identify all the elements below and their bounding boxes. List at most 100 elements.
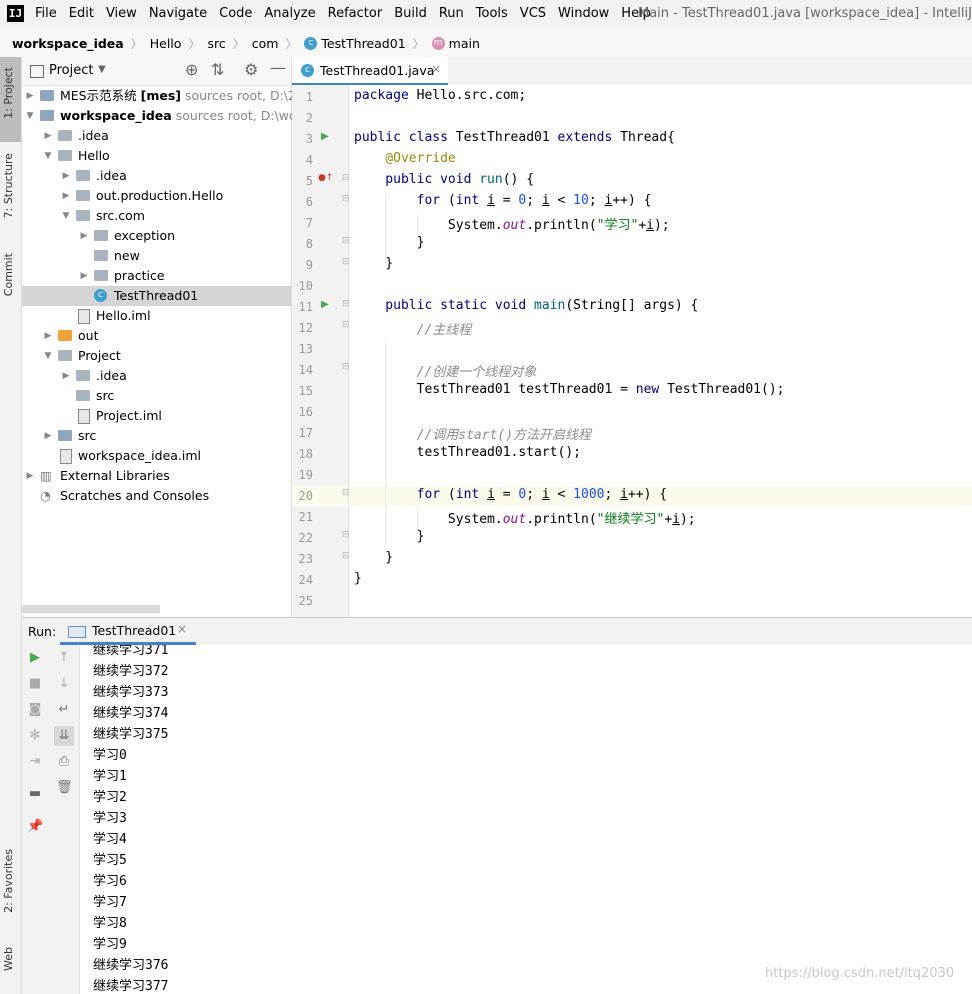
menu-build[interactable]: Build <box>394 6 427 21</box>
menu-view[interactable]: View <box>106 6 137 21</box>
expand-right-icon[interactable]: ▶ <box>61 366 71 386</box>
run-toolbar-left: ▶ ■ ◙ ✻ ⇥ ▬ 📌 <box>22 645 49 994</box>
locate-icon[interactable]: ⊕ <box>185 60 198 79</box>
tree-item-name: practice <box>114 268 165 283</box>
tree-item[interactable]: new <box>22 246 291 266</box>
tree-item[interactable]: ▶ MES示范系统 [mes] sources root, D:\20 <box>22 86 304 106</box>
rerun-icon[interactable]: ▶ <box>27 650 43 666</box>
tree-item-label: .idea <box>96 366 127 386</box>
tree-item-label: MES示范系统 [mes] sources root, D:\20 <box>60 86 304 106</box>
hide-panel-icon[interactable]: — <box>270 58 286 77</box>
menu-code[interactable]: Code <box>219 6 252 21</box>
breadcrumb-item[interactable]: Hello <box>150 36 182 51</box>
camera-icon[interactable]: ◙ <box>27 702 43 718</box>
expand-down-icon[interactable]: ▼ <box>43 346 53 366</box>
expand-right-icon[interactable]: ▶ <box>61 166 71 186</box>
tree-item[interactable]: ▶ .idea <box>22 126 291 146</box>
expand-right-icon[interactable]: ▶ <box>43 326 53 346</box>
stop-icon[interactable]: ■ <box>27 676 43 692</box>
editor-tab-testthread01[interactable]: c TestThread01.java × <box>292 57 448 86</box>
tree-item-label: Hello.iml <box>96 306 151 326</box>
expand-right-icon[interactable]: ▶ <box>25 466 35 486</box>
tree-item[interactable]: Hello.iml <box>22 306 291 326</box>
menu-run[interactable]: Run <box>439 6 464 21</box>
code-editor[interactable]: package Hello.src.com; public class TestT… <box>349 85 972 617</box>
tool-tab-favorites[interactable]: 2: Favorites <box>2 849 19 913</box>
settings-icon[interactable]: ✻ <box>27 728 43 744</box>
breadcrumb-item[interactable]: main <box>449 36 480 51</box>
code-token: 10 <box>573 193 589 208</box>
horizontal-scrollbar[interactable] <box>22 605 160 613</box>
menu-analyze[interactable]: Analyze <box>264 6 315 21</box>
expand-right-icon[interactable]: ▶ <box>79 266 89 286</box>
tool-tab-structure[interactable]: 7: Structure <box>2 153 19 218</box>
close-tab-icon[interactable]: × <box>431 62 441 76</box>
breadcrumb-item[interactable]: com <box>252 36 279 51</box>
code-token: TestThread01 <box>455 130 558 145</box>
expand-right-icon[interactable]: ▶ <box>25 86 35 106</box>
tree-item-label: Hello <box>78 146 110 166</box>
tree-item[interactable]: Project.iml <box>22 406 291 426</box>
tool-tab-commit[interactable]: Commit <box>2 253 19 296</box>
print-icon[interactable]: ⎙ <box>56 754 72 770</box>
tree-item[interactable]: ▼ workspace_idea sources root, D:\work <box>22 106 309 126</box>
menu-tools[interactable]: Tools <box>476 6 508 21</box>
pin-icon[interactable]: 📌 <box>27 819 43 835</box>
override-gutter-icon[interactable]: ●↑ <box>318 173 333 183</box>
tree-item[interactable]: ▶ exception <box>22 226 291 246</box>
tree-item[interactable]: ▶ out <box>22 326 291 346</box>
run-console[interactable]: 继续学习371 继续学习372 继续学习373 继续学习374 继续学习375 学习0 学习… <box>80 645 972 994</box>
tree-item[interactable]: ▶ ▥ External Libraries <box>22 466 291 486</box>
tool-tab-project[interactable]: 1: Project <box>2 67 19 119</box>
code-token: ); <box>653 218 670 233</box>
arrow-down-icon[interactable]: ↓ <box>56 676 72 692</box>
breadcrumb-item[interactable]: TestThread01 <box>321 36 405 51</box>
tool-tab-web[interactable]: Web <box>2 947 19 971</box>
line-number: 10 <box>298 279 313 293</box>
run-tab[interactable]: TestThread01 × <box>60 618 196 645</box>
expand-down-icon[interactable]: ▼ <box>61 206 71 226</box>
run-gutter-icon[interactable]: ▶ <box>321 131 329 142</box>
tree-item[interactable]: ▼ Project <box>22 346 291 366</box>
tree-item[interactable]: ▼ src.com <box>22 206 291 226</box>
code-token: System. <box>354 218 503 233</box>
menu-navigate[interactable]: Navigate <box>149 6 207 21</box>
menu-edit[interactable]: Edit <box>69 6 94 21</box>
gear-icon[interactable]: ⚙ <box>244 60 258 79</box>
breadcrumb-item[interactable]: src <box>207 36 225 51</box>
menu-window[interactable]: Window <box>558 6 609 21</box>
close-run-tab-icon[interactable]: × <box>177 622 187 636</box>
expand-down-icon[interactable]: ▼ <box>43 146 53 166</box>
tree-item[interactable]: ▶ .idea <box>22 166 291 186</box>
tree-item[interactable]: ◔ Scratches and Consoles <box>22 486 291 506</box>
arrow-up-icon[interactable]: ↑ <box>56 650 72 666</box>
scroll-to-end-icon[interactable]: ⇊ <box>54 726 74 746</box>
trash-icon[interactable]: 🗑 <box>56 780 73 796</box>
tree-item[interactable]: ▶ .idea <box>22 366 291 386</box>
layout-icon[interactable]: ▬ <box>27 786 43 802</box>
collapse-all-icon[interactable]: ⇅ <box>211 60 224 79</box>
tree-item[interactable]: ▶ out.production.Hello <box>22 186 291 206</box>
menu-vcs[interactable]: VCS <box>520 6 546 21</box>
run-gutter-icon[interactable]: ▶ <box>321 299 329 310</box>
expand-down-icon[interactable]: ▼ <box>25 106 35 126</box>
folder-icon <box>58 150 72 161</box>
chevron-down-icon[interactable]: ▼ <box>98 64 106 75</box>
exit-icon[interactable]: ⇥ <box>27 754 43 770</box>
expand-right-icon[interactable]: ▶ <box>43 126 53 146</box>
tree-item[interactable]: ▶ src <box>22 426 291 446</box>
code-token: TestThread01(); <box>667 382 785 397</box>
expand-right-icon[interactable]: ▶ <box>43 426 53 446</box>
tree-item[interactable]: src <box>22 386 291 406</box>
breadcrumb-item[interactable]: workspace_idea <box>12 36 124 51</box>
menu-refactor[interactable]: Refactor <box>328 6 383 21</box>
soft-wrap-icon[interactable]: ↵ <box>56 702 72 718</box>
tree-item[interactable]: ▶ practice <box>22 266 291 286</box>
tree-item[interactable]: workspace_idea.iml <box>22 446 291 466</box>
expand-right-icon[interactable]: ▶ <box>79 226 89 246</box>
tree-item[interactable]: ▼ Hello <box>22 146 291 166</box>
tree-item[interactable]: c TestThread01 <box>22 286 291 306</box>
expand-right-icon[interactable]: ▶ <box>61 186 71 206</box>
project-view-selector[interactable]: Project <box>49 63 93 78</box>
menu-file[interactable]: File <box>35 6 57 21</box>
